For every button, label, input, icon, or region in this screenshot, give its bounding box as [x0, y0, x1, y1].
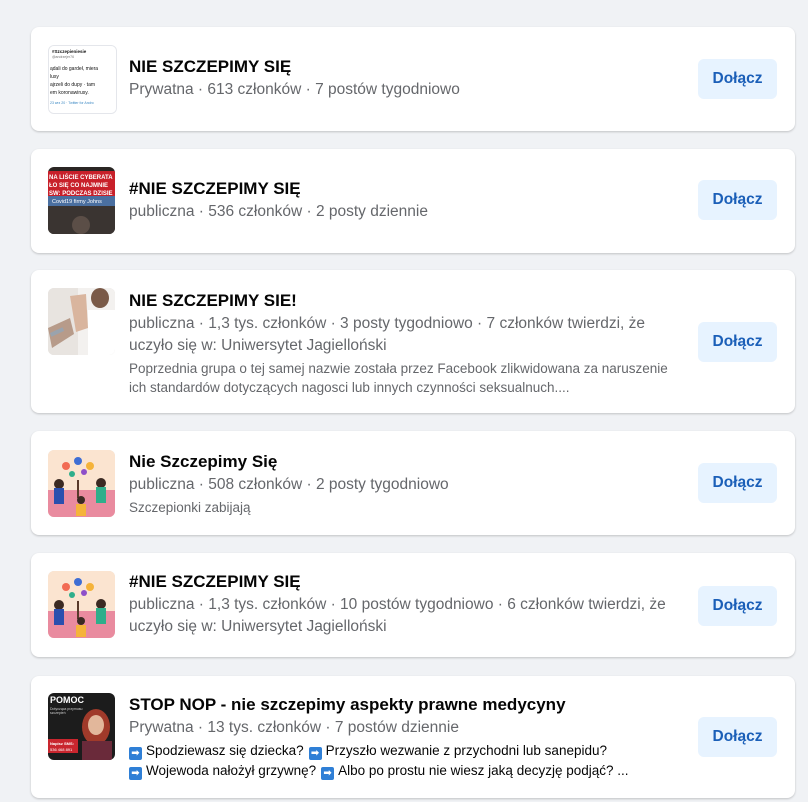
- arrow-right-icon: ➡: [321, 767, 335, 780]
- group-card: #Szczepieniesie @andrzejer76 ądali do ga…: [31, 27, 795, 131]
- join-button[interactable]: Dołącz: [698, 59, 777, 99]
- group-card: POMOC Dotycząca przymusu szczepień Napis…: [31, 676, 795, 798]
- description-line: ➡ Wojewoda nałożył grzywnę? ➡ Albo po prost…: [129, 761, 677, 781]
- group-meta: Prywatna · 613 członków · 7 postów tygod…: [129, 81, 460, 98]
- join-button[interactable]: Dołącz: [698, 717, 777, 757]
- join-button[interactable]: Dołącz: [698, 322, 777, 362]
- group-illustration-thumbnail[interactable]: [48, 450, 115, 517]
- group-illustration-image: [48, 571, 115, 638]
- group-description: Szczepionki zabijają: [129, 500, 251, 515]
- arrow-right-icon: ➡: [129, 747, 142, 760]
- group-card: NA LIŚCIE CYBERATA ŁO SIĘ CO NAJMNIE SW:…: [31, 149, 795, 253]
- arrow-right-icon: ➡: [308, 747, 322, 760]
- svg-text:Napisz SMS:: Napisz SMS:: [50, 741, 74, 746]
- tweet-screenshot-thumbnail[interactable]: #Szczepieniesie @andrzejer76 ądali do ga…: [48, 45, 117, 114]
- group-illustration-image: [48, 450, 115, 517]
- group-meta: Prywatna · 13 tys. członków · 7 postów d…: [129, 719, 459, 736]
- join-button[interactable]: Dołącz: [698, 463, 777, 503]
- description-text: Wojewoda nałożył grzywnę?: [146, 763, 317, 778]
- group-meta: publiczna · 508 członków · 2 posty tygod…: [129, 476, 449, 493]
- description-text: Albo po prostu nie wiesz jaką decyzję po…: [338, 763, 629, 778]
- join-button[interactable]: Dołącz: [698, 586, 777, 626]
- group-meta: publiczna · 1,3 tys. członków · 10 postó…: [129, 596, 666, 635]
- svg-text:lusy: lusy: [50, 74, 59, 80]
- description-text: Przyszło wezwanie z przychodni lub sanep…: [325, 743, 607, 758]
- group-illustration-thumbnail[interactable]: [48, 571, 115, 638]
- person-photo-image: [48, 288, 115, 355]
- group-description: ➡ Spodziewasz się dziecka? ➡ Przyszło wezwa…: [129, 741, 677, 781]
- group-card: NIE SZCZEPIMY SIE! publiczna · 1,3 tys. …: [31, 270, 795, 413]
- svg-text:@andrzejer76: @andrzejer76: [52, 55, 74, 59]
- pomoc-poster-image: POMOC Dotycząca przymusu szczepień Napis…: [48, 693, 115, 760]
- svg-text:ŁO SIĘ CO NAJMNIE: ŁO SIĘ CO NAJMNIE: [49, 183, 108, 189]
- group-card: Nie Szczepimy Się publiczna · 508 członk…: [31, 431, 795, 535]
- banner-photo-image: NA LIŚCIE CYBERATA ŁO SIĘ CO NAJMNIE SW:…: [48, 167, 115, 234]
- svg-text:POMOC: POMOC: [50, 695, 85, 705]
- description-text: Spodziewasz się dziecka?: [146, 743, 304, 758]
- person-refusing-injection-thumbnail[interactable]: [48, 288, 115, 355]
- svg-text:ajrzeli do dupy · tam: ajrzeli do dupy · tam: [50, 82, 95, 88]
- group-title[interactable]: #NIE SZCZEPIMY SIĘ: [129, 571, 677, 593]
- group-card: #NIE SZCZEPIMY SIĘ publiczna · 1,3 tys. …: [31, 553, 795, 657]
- description-line: ➡ Spodziewasz się dziecka? ➡ Przyszło wezwa…: [129, 741, 677, 761]
- group-title[interactable]: STOP NOP - nie szczepimy aspekty prawne …: [129, 694, 677, 716]
- group-meta: publiczna · 1,3 tys. członków · 3 posty …: [129, 315, 646, 354]
- svg-text:NA LIŚCIE CYBERATA: NA LIŚCIE CYBERATA: [49, 174, 113, 181]
- svg-text:ądali do gardeł, miera: ądali do gardeł, miera: [50, 66, 98, 72]
- arrow-right-icon: ➡: [129, 767, 142, 780]
- group-title[interactable]: NIE SZCZEPIMY SIE!: [129, 290, 677, 312]
- svg-text:23 wrz 20 · Twitter for Andro: 23 wrz 20 · Twitter for Andro: [50, 101, 94, 105]
- svg-text:em koronawirusy.: em koronawirusy.: [50, 90, 89, 96]
- group-meta: publiczna · 536 członków · 2 posty dzien…: [129, 203, 428, 220]
- svg-text:#Szczepieniesie: #Szczepieniesie: [52, 49, 87, 54]
- svg-text:Covid19 firmy Johns: Covid19 firmy Johns: [52, 199, 102, 205]
- join-button[interactable]: Dołącz: [698, 180, 777, 220]
- group-description: Poprzednia grupa o tej samej nazwie zost…: [129, 361, 668, 395]
- tweet-screenshot-image: #Szczepieniesie @andrzejer76 ądali do ga…: [49, 46, 116, 113]
- svg-text:536 468 891: 536 468 891: [50, 747, 73, 752]
- pomoc-poster-thumbnail[interactable]: POMOC Dotycząca przymusu szczepień Napis…: [48, 693, 115, 760]
- svg-text:szczepień: szczepień: [50, 711, 66, 715]
- group-title[interactable]: #NIE SZCZEPIMY SIĘ: [129, 178, 677, 200]
- group-title[interactable]: Nie Szczepimy Się: [129, 451, 677, 473]
- group-title[interactable]: NIE SZCZEPIMY SIĘ: [129, 56, 677, 78]
- banner-photo-thumbnail[interactable]: NA LIŚCIE CYBERATA ŁO SIĘ CO NAJMNIE SW:…: [48, 167, 115, 234]
